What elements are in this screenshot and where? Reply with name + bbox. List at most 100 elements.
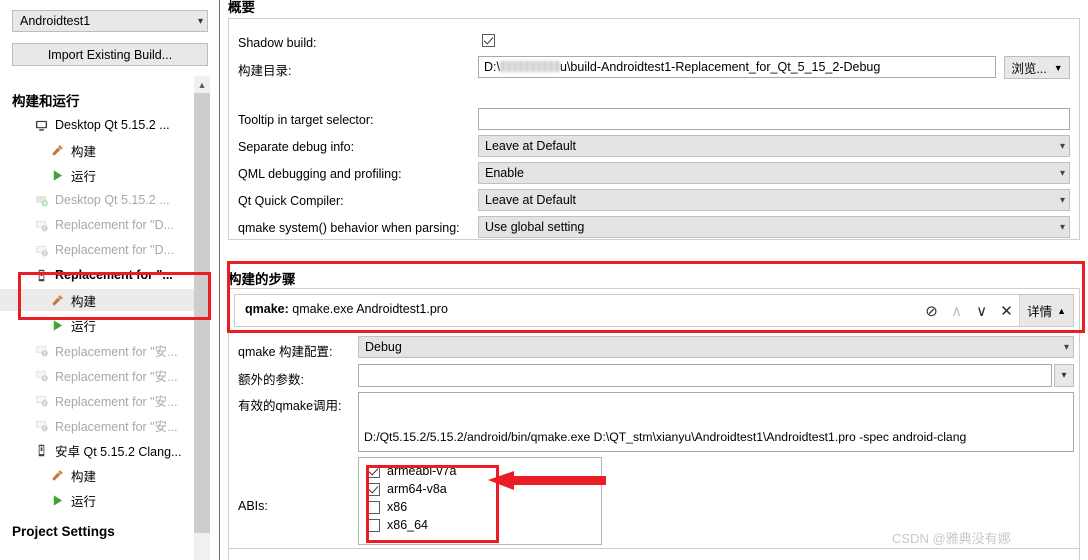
effective-qmake-call-label: 有效的qmake调用:: [238, 399, 342, 413]
details-button[interactable]: 详情 ▲: [1019, 295, 1073, 326]
tooltip-selector-input[interactable]: [478, 108, 1070, 130]
qt-quick-compiler-label: Qt Quick Compiler:: [238, 194, 344, 208]
chevron-up-icon[interactable]: ▲: [194, 76, 210, 93]
qmake-build-config-select[interactable]: Debug ▾: [358, 336, 1074, 358]
sidebar-item[interactable]: 构建: [0, 139, 194, 161]
additional-arguments-dropdown-button[interactable]: ▾: [1054, 364, 1074, 387]
hammer-icon: [48, 469, 66, 482]
effective-qmake-call-text: D:/Qt5.15.2/5.15.2/android/bin/qmake.exe…: [358, 392, 1074, 452]
hammer-icon: [48, 144, 66, 157]
abi-option-row[interactable]: armeabi-v7a: [367, 462, 601, 480]
sidebar-item-label: 构建: [71, 469, 97, 484]
qmake-system-select[interactable]: Use global setting ▾: [478, 216, 1070, 238]
chevron-down-icon: ▾: [1059, 140, 1065, 152]
sidebar-item: Replacement for "安...: [0, 364, 194, 386]
redacted-segment: [553, 61, 560, 72]
build-step-qmake-row[interactable]: qmake: qmake.exe Androidtest1.pro ⊘ ∧ ∨ …: [234, 294, 1074, 327]
sidebar-section-build-run: 构建和运行: [12, 94, 80, 109]
sidebar-item-label: Replacement for "...: [55, 268, 173, 282]
build-step-qmake-title: qmake: qmake.exe Androidtest1.pro: [245, 302, 448, 316]
sidebar-item: Replacement for "安...: [0, 389, 194, 411]
abi-option-label: x86_64: [387, 518, 429, 532]
play-icon: [48, 169, 66, 182]
abi-checkbox[interactable]: [367, 482, 380, 496]
import-existing-build-button[interactable]: Import Existing Build...: [12, 43, 208, 66]
add-kit-icon: [32, 194, 50, 207]
remove-icon[interactable]: ✕: [994, 302, 1019, 320]
sidebar-item[interactable]: Replacement for "...: [0, 264, 194, 286]
sidebar-item[interactable]: 构建: [0, 289, 194, 311]
abi-checkbox[interactable]: [367, 464, 380, 478]
sidebar-item: Replacement for "D...: [0, 239, 194, 261]
browse-label: 浏览...: [1011, 62, 1047, 76]
abis-list[interactable]: armeabi-v7a arm64-v8a x86 x86_64: [358, 457, 602, 545]
separate-debug-info-select[interactable]: Leave at Default ▾: [478, 135, 1070, 157]
abi-option-row[interactable]: arm64-v8a: [367, 480, 601, 498]
desktop-icon: [32, 119, 50, 132]
chevron-down-icon: ▾: [1061, 370, 1067, 381]
qmake-system-label: qmake system() behavior when parsing:: [238, 221, 460, 235]
move-up-icon[interactable]: ∧: [944, 302, 969, 320]
abi-option-row[interactable]: x86: [367, 498, 601, 516]
shadow-build-checkbox[interactable]: [482, 34, 495, 47]
sidebar-item[interactable]: 安卓 Qt 5.15.2 Clang...: [0, 439, 194, 461]
effective-call-line-1: D:/Qt5.15.2/5.15.2/android/bin/qmake.exe…: [364, 430, 967, 444]
sidebar-item[interactable]: Desktop Qt 5.15.2 ...: [0, 114, 194, 136]
sidebar-item[interactable]: 运行: [0, 489, 194, 511]
chevron-down-icon: ▾: [1059, 167, 1065, 179]
sidebar-scrollbar[interactable]: ▲: [194, 76, 210, 560]
import-existing-build-label: Import Existing Build...: [47, 47, 173, 62]
sidebar-item-label: 运行: [71, 494, 97, 509]
details-label: 详情: [1027, 305, 1053, 319]
android-device-icon: [32, 269, 50, 282]
sidebar-item-label: 安卓 Qt 5.15.2 Clang...: [55, 444, 182, 459]
add-device-icon: [32, 219, 50, 232]
separate-debug-info-value: Leave at Default: [485, 139, 577, 153]
sidebar-item[interactable]: 构建: [0, 464, 194, 486]
sidebar-item: Replacement for "安...: [0, 339, 194, 361]
browse-button[interactable]: 浏览... ▼: [1004, 56, 1070, 79]
abi-option-row[interactable]: x86_64: [367, 516, 601, 534]
chevron-down-icon: ▾: [1063, 341, 1069, 353]
abi-option-label: armeabi-v7a: [387, 464, 457, 478]
sidebar-item-label: Replacement for "D...: [55, 218, 175, 232]
sidebar-item-label: Desktop Qt 5.15.2 ...: [55, 193, 170, 207]
sidebar-item-label: 构建: [71, 144, 97, 159]
abi-option-label: x86: [387, 500, 408, 514]
abi-checkbox[interactable]: [367, 500, 380, 514]
add-device-icon: [32, 244, 50, 257]
sidebar-item-label: Replacement for "安...: [55, 394, 178, 409]
qt-quick-compiler-select[interactable]: Leave at Default ▾: [478, 189, 1070, 211]
qt-quick-compiler-value: Leave at Default: [485, 193, 577, 207]
additional-arguments-input[interactable]: [358, 364, 1052, 387]
sidebar-top-clipped-heading: [12, 0, 208, 4]
sidebar-item-label: 构建: [71, 294, 97, 309]
build-directory-input[interactable]: D:\ u\build-Androidtest1-Replacement_for_…: [478, 56, 996, 78]
move-down-icon[interactable]: ∨: [969, 302, 994, 320]
abi-checkbox[interactable]: [367, 518, 380, 532]
sidebar-item-label: Replacement for "安...: [55, 419, 178, 434]
main-panel: 概要 Shadow build: 构建目录: D:\ u\build-Androi…: [220, 0, 1088, 560]
disable-icon[interactable]: ⊘: [919, 302, 944, 320]
scrollbar-thumb[interactable]: [194, 93, 210, 533]
additional-arguments-label: 额外的参数:: [238, 373, 304, 387]
sidebar-item-label: 运行: [71, 169, 97, 184]
sidebar-item[interactable]: 运行: [0, 314, 194, 336]
play-icon: [48, 319, 66, 332]
chevron-down-icon: ▾: [1059, 221, 1065, 233]
abi-option-label: arm64-v8a: [387, 482, 447, 496]
add-device-icon: [32, 394, 50, 407]
chevron-down-icon: ▾: [197, 15, 203, 27]
kit-selector-value: Androidtest1: [20, 14, 91, 28]
kit-selector[interactable]: Androidtest1 ▾: [12, 10, 208, 32]
sidebar-item-label: Replacement for "安...: [55, 344, 178, 359]
qml-debugging-label: QML debugging and profiling:: [238, 167, 402, 181]
sidebar-item-label: Replacement for "D...: [55, 243, 175, 257]
qml-debugging-select[interactable]: Enable ▾: [478, 162, 1070, 184]
qmake-build-config-value: Debug: [365, 340, 402, 354]
summary-heading: 概要: [228, 0, 255, 15]
separate-debug-info-label: Separate debug info:: [238, 140, 355, 154]
sidebar-item[interactable]: 运行: [0, 164, 194, 186]
chevron-down-icon: ▼: [1053, 62, 1063, 73]
add-device-icon: [32, 344, 50, 357]
